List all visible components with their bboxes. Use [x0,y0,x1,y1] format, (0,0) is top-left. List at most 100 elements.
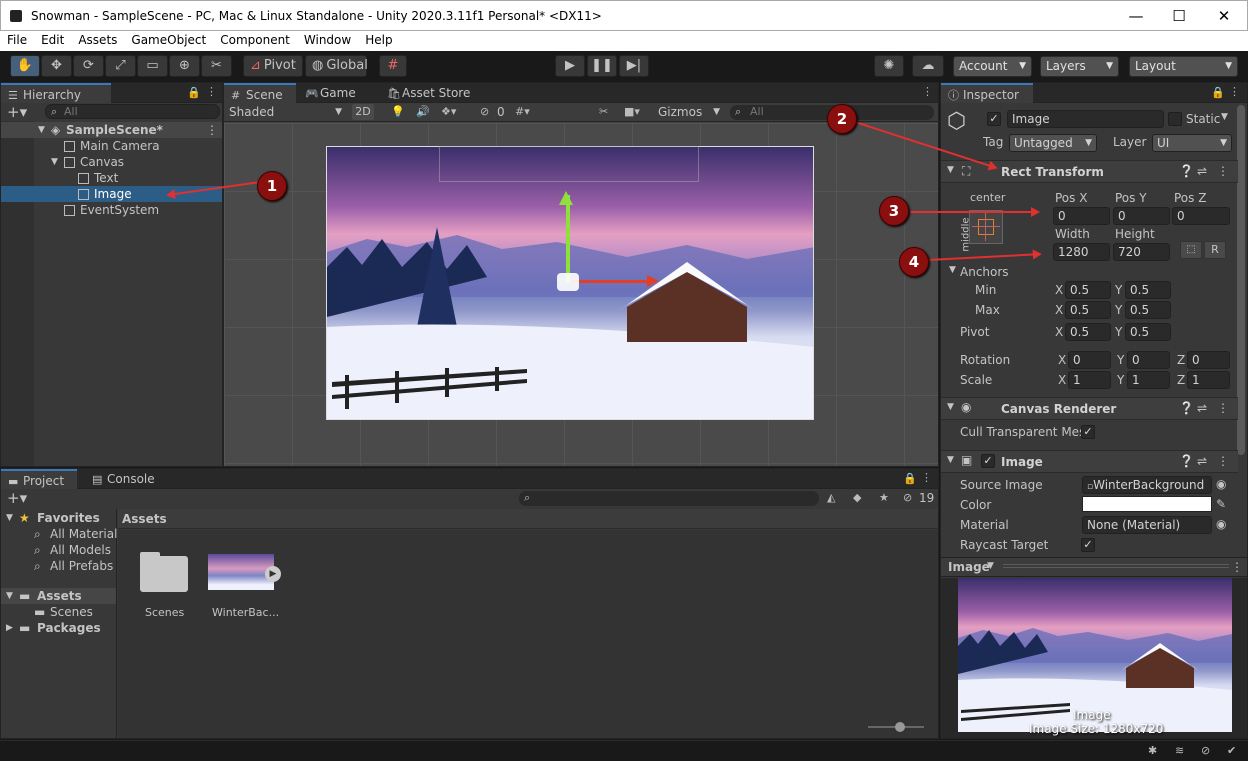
grid-toggle-icon[interactable]: #▾ [515,105,530,118]
grid-snap-icon[interactable]: # [379,55,407,77]
menu-gameobject[interactable]: GameObject [124,31,213,47]
account-dropdown[interactable]: Account ▼ [953,56,1032,77]
folder-scenes[interactable]: ▬ Scenes [1,604,116,620]
maximize-button[interactable]: ☐ [1168,5,1190,27]
tree-item-text[interactable]: Text [1,170,222,186]
layer-dropdown[interactable]: UI ▼ [1152,134,1232,152]
material-field[interactable]: None (Material) [1082,516,1212,534]
assets-row[interactable]: ▼ ▬ Assets [1,588,116,604]
add-icon[interactable]: +▾ [7,103,27,121]
more-icon[interactable]: ⋮ [1217,401,1229,415]
cache-icon[interactable]: ≋ [1175,744,1184,757]
help-icon[interactable]: ❔ [1179,401,1194,415]
bake-icon[interactable]: ⊘ [1201,744,1210,757]
pivot-x-field[interactable]: 0.5 [1065,323,1111,341]
menu-window[interactable]: Window [297,31,358,47]
services-icon[interactable]: ✺ [874,55,904,77]
rotate-tool-icon[interactable]: ⟳ [73,55,104,77]
menu-assets[interactable]: Assets [71,31,124,47]
tab-asset-store[interactable]: 🛍 Asset Store [380,83,480,103]
add-icon[interactable]: +▾ [7,489,27,507]
tag-dropdown[interactable]: Untagged ▼ [1009,134,1097,152]
pivot-handle-icon[interactable] [557,273,579,291]
rotation-x-field[interactable]: 0 [1068,351,1111,369]
chevron-down-icon[interactable]: ▼ [987,561,994,571]
debug-icon[interactable]: ✱ [1148,744,1157,757]
global-toggle[interactable]: ◍ Global [305,55,368,77]
expand-icon[interactable]: ▼ [949,265,956,275]
effects-icon[interactable]: ❖▾ [441,105,456,118]
close-button[interactable]: ✕ [1213,5,1235,27]
rotation-z-field[interactable]: 0 [1187,351,1230,369]
step-button[interactable]: ▶| [619,55,649,77]
menu-edit[interactable]: Edit [34,31,71,47]
favorite-star-icon[interactable]: ★ [879,491,889,504]
image-component-header[interactable]: ▼ ▣ ✓ Image ❔ ⇌ ⋮ [941,450,1238,473]
more-icon[interactable]: ⋮ [1229,85,1240,98]
more-icon[interactable]: ⋮ [1231,560,1243,574]
canvas-renderer-header[interactable]: ▼ ◉ Canvas Renderer ❔ ⇌ ⋮ [941,397,1238,420]
audio-icon[interactable]: 🔊 [416,105,430,118]
shading-dropdown[interactable]: Shaded ▼ [226,103,344,121]
filter-type-icon[interactable]: ◭ [827,491,835,504]
hidden-icon[interactable]: ⊘ [903,491,912,504]
blueprint-mode-icon[interactable]: ⬚ [1180,241,1202,259]
favorites-item[interactable]: ⌕ All Prefabs [1,558,116,574]
pivot-toggle[interactable]: ⊿ Pivot [243,55,303,77]
presets-icon[interactable]: ⇌ [1197,164,1207,178]
favorites-item[interactable]: ⌕ All Models [1,542,116,558]
rotation-y-field[interactable]: 0 [1127,351,1170,369]
cull-transparent-checkbox[interactable]: ✓ [1081,425,1095,439]
scene-viewport[interactable] [224,123,938,466]
raycast-target-checkbox[interactable]: ✓ [1081,538,1095,552]
project-search[interactable]: ⌕ [519,491,819,506]
height-field[interactable]: 720 [1113,243,1170,261]
breadcrumb-label[interactable]: Assets [122,512,167,526]
move-tool-icon[interactable]: ✥ [41,55,72,77]
more-icon[interactable]: ⋮ [922,85,933,98]
more-icon[interactable]: ⋮ [921,471,932,484]
cloud-icon[interactable]: ☁ [912,55,944,77]
lock-icon[interactable]: 🔒 [903,472,917,485]
hierarchy-search[interactable]: ⌕ All [45,104,220,119]
anchor-preset-button[interactable] [969,210,1003,244]
anchor-max-x-field[interactable]: 0.5 [1065,301,1111,319]
tools-icon[interactable]: ✂ [599,105,608,118]
menu-help[interactable]: Help [358,31,399,47]
y-axis-gizmo[interactable] [566,195,570,283]
object-name-field[interactable]: Image [1007,110,1164,128]
help-icon[interactable]: ❔ [1179,454,1194,468]
scene-row[interactable]: ▼ ◈ SampleScene* ⋮ [1,122,222,138]
pos-z-field[interactable]: 0 [1172,207,1230,225]
image-enabled-checkbox[interactable]: ✓ [981,454,995,468]
asset-scenes[interactable] [140,552,188,592]
tab-game[interactable]: 🎮 Game [298,83,370,103]
transform-tool-icon[interactable]: ⊕ [169,55,200,77]
light-icon[interactable]: 💡 [391,105,405,118]
rect-tool-icon[interactable]: ▭ [137,55,168,77]
anchor-min-x-field[interactable]: 0.5 [1065,281,1111,299]
more-icon[interactable]: ⋮ [1217,164,1229,178]
pos-x-field[interactable]: 0 [1053,207,1110,225]
x-axis-gizmo[interactable] [570,280,650,283]
eyedropper-icon[interactable]: ✎ [1216,497,1226,511]
width-field[interactable]: 1280 [1053,243,1110,261]
presets-icon[interactable]: ⇌ [1197,401,1207,415]
tab-hierarchy[interactable]: ☰ Hierarchy [1,83,111,103]
minimize-button[interactable]: — [1125,5,1147,27]
presets-icon[interactable]: ⇌ [1197,454,1207,468]
tab-inspector[interactable]: ⓘ Inspector [941,83,1033,103]
hand-tool-icon[interactable]: ✋ [10,55,40,77]
object-picker-icon[interactable]: ◉ [1216,517,1226,531]
layout-dropdown[interactable]: Layout ▼ [1129,56,1238,77]
scale-y-field[interactable]: 1 [1127,371,1170,389]
scale-tool-icon[interactable]: ⤢ [105,55,136,77]
scale-x-field[interactable]: 1 [1068,371,1111,389]
color-swatch[interactable] [1082,496,1212,512]
tree-item-image[interactable]: Image [1,186,222,202]
custom-tool-icon[interactable]: ✂ [201,55,232,77]
favorites-item[interactable]: ⌕ All Materials [1,526,124,542]
menu-file[interactable]: File [0,31,34,47]
lock-icon[interactable]: 🔒 [187,86,201,99]
check-icon[interactable]: ✔ [1227,744,1236,757]
